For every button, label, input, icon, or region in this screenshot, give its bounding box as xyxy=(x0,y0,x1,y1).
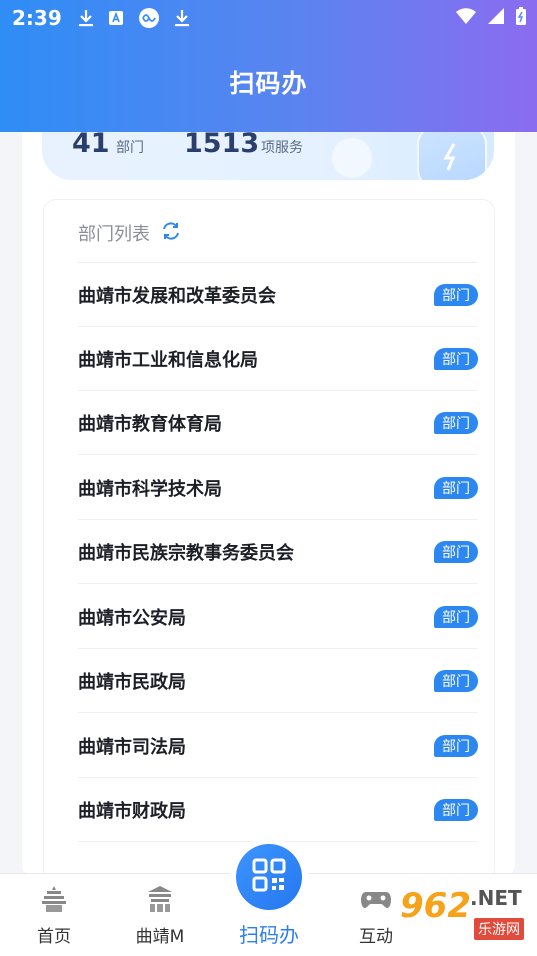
dept-name: 曲靖市科学技术局 xyxy=(78,478,222,500)
qr-code-icon xyxy=(251,857,287,897)
nav-home-label: 首页 xyxy=(37,927,71,947)
download-icon xyxy=(78,9,94,27)
list-title: 部门列表 xyxy=(78,224,150,245)
dept-name: 曲靖市工业和信息化局 xyxy=(78,349,258,371)
nav-qujing-label: 曲靖M xyxy=(135,927,185,947)
nav-scan-button[interactable] xyxy=(230,838,308,916)
list-item[interactable]: 曲靖市财政局 部门 xyxy=(78,778,478,842)
infinity-icon xyxy=(138,7,160,29)
pagoda-icon xyxy=(39,884,69,918)
dept-name: 曲靖市教育体育局 xyxy=(78,413,222,435)
list-item[interactable]: 曲靖市科学技术局 部门 xyxy=(78,456,478,520)
dept-badge: 部门 xyxy=(434,734,478,757)
nav-interact-label: 互动 xyxy=(359,927,393,947)
watermark-sub: 乐游网 xyxy=(474,918,524,940)
dept-badge: 部门 xyxy=(434,347,478,370)
dept-badge: 部门 xyxy=(434,411,478,434)
dept-name: 曲靖市民族宗教事务委员会 xyxy=(78,542,294,564)
list-item[interactable]: 曲靖市发展和改革委员会 部门 xyxy=(78,263,478,327)
bottom-nav: 首页 曲靖M 扫码办 互动 962 .NET 乐游网 xyxy=(0,838,537,956)
list-item[interactable]: 曲靖市民政局 部门 xyxy=(78,649,478,713)
status-bar: 2:39 xyxy=(0,0,537,36)
dept-badge: 部门 xyxy=(434,476,478,499)
watermark-number: 962 xyxy=(400,886,471,926)
refresh-icon[interactable] xyxy=(160,220,182,246)
watermark-text: .NET xyxy=(470,886,522,910)
dept-name: 曲靖市财政局 xyxy=(78,800,186,822)
list-header: 部门列表 xyxy=(78,220,182,246)
dept-badge: 部门 xyxy=(434,669,478,692)
signal-icon xyxy=(487,7,505,25)
dept-name: 曲靖市公安局 xyxy=(78,607,186,629)
dept-count: 41 xyxy=(72,128,110,159)
service-count: 1513 xyxy=(184,128,260,159)
nav-scan-label[interactable]: 扫码办 xyxy=(228,919,310,948)
app-a-icon xyxy=(108,10,124,26)
status-time: 2:39 xyxy=(12,6,62,30)
gamepad-icon xyxy=(360,884,392,918)
nav-qujing[interactable]: 曲靖M xyxy=(120,884,200,947)
dept-badge: 部门 xyxy=(434,798,478,821)
dept-badge: 部门 xyxy=(434,283,478,306)
page-title: 扫码办 xyxy=(229,69,308,98)
service-count-label: 项服务 xyxy=(261,140,303,156)
department-list: 部门列表 曲靖市发展和改革委员会 部门 曲靖市工业和信息化局 部门 曲靖市教育体… xyxy=(44,200,494,880)
dept-name: 曲靖市发展和改革委员会 xyxy=(78,285,276,307)
list-item[interactable]: 曲靖市司法局 部门 xyxy=(78,714,478,778)
wifi-icon xyxy=(455,7,477,25)
dept-badge: 部门 xyxy=(434,605,478,628)
list-item[interactable]: 曲靖市民族宗教事务委员会 部门 xyxy=(78,520,478,584)
dept-badge: 部门 xyxy=(434,540,478,563)
shield-icon xyxy=(417,126,487,180)
dept-name: 曲靖市民政局 xyxy=(78,671,186,693)
list-item[interactable]: 曲靖市工业和信息化局 部门 xyxy=(78,327,478,391)
download-icon-2 xyxy=(174,9,190,27)
list-item[interactable]: 曲靖市公安局 部门 xyxy=(78,585,478,649)
decor-bubble xyxy=(332,138,372,178)
dept-count-label: 部门 xyxy=(116,140,144,156)
dept-name: 曲靖市司法局 xyxy=(78,736,186,758)
gate-icon xyxy=(145,884,175,918)
list-item[interactable]: 曲靖市教育体育局 部门 xyxy=(78,391,478,455)
nav-home[interactable]: 首页 xyxy=(14,884,94,947)
watermark-logo: 962 .NET 乐游网 xyxy=(400,886,532,946)
battery-icon xyxy=(515,6,527,26)
app-header: 2:39 扫码办 xyxy=(0,0,537,132)
